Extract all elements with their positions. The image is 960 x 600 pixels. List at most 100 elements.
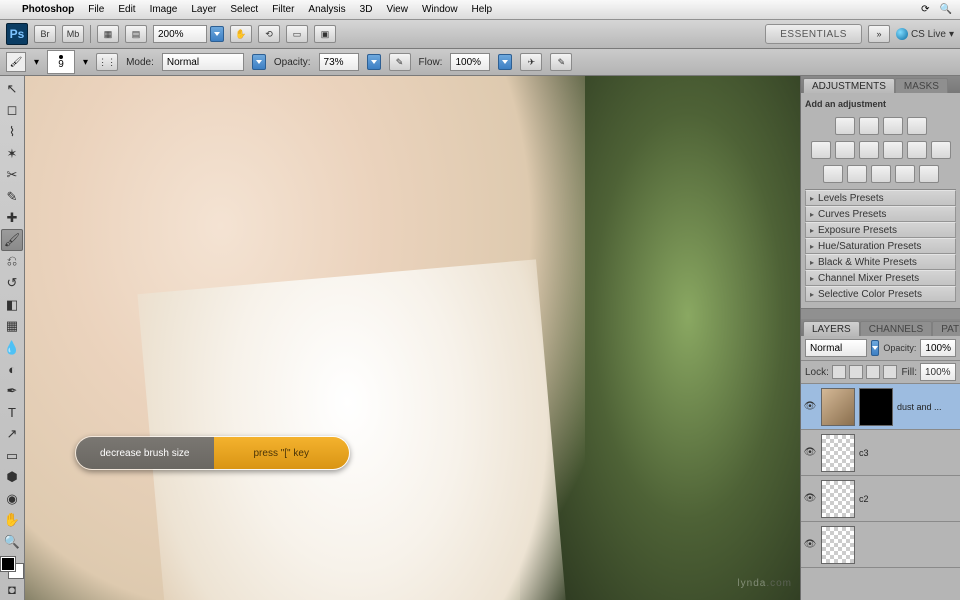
layer-name[interactable]: dust and ...: [897, 402, 958, 412]
brush-tool-icon[interactable]: 🖌: [1, 229, 23, 251]
preset-curves[interactable]: Curves Presets: [805, 206, 956, 222]
mode-dropdown-icon[interactable]: [252, 54, 266, 70]
blend-dropdown-icon[interactable]: [871, 340, 879, 356]
view-guides-icon[interactable]: ▤: [125, 25, 147, 43]
levels-icon[interactable]: [859, 117, 879, 135]
preset-levels[interactable]: Levels Presets: [805, 190, 956, 206]
arrange-docs-icon[interactable]: ▭: [286, 25, 308, 43]
preset-bw[interactable]: Black & White Presets: [805, 254, 956, 270]
menu-filter[interactable]: Filter: [272, 4, 294, 15]
stamp-tool-icon[interactable]: ⎌: [1, 251, 23, 273]
layer-row[interactable]: 👁 c2: [801, 476, 960, 522]
cs-live-button[interactable]: CS Live ▾: [896, 28, 954, 40]
layer-row[interactable]: 👁: [801, 522, 960, 568]
tab-layers[interactable]: LAYERS: [803, 321, 860, 336]
lock-position-icon[interactable]: [866, 365, 880, 379]
layer-name[interactable]: c2: [859, 494, 958, 504]
posterize-icon[interactable]: [847, 165, 867, 183]
lock-all-icon[interactable]: [883, 365, 897, 379]
layer-mask-thumb[interactable]: [859, 388, 893, 426]
lock-transparency-icon[interactable]: [832, 365, 846, 379]
layer-opacity-field[interactable]: 100%: [920, 339, 956, 357]
quickmask-icon[interactable]: ◘: [1, 578, 23, 600]
blur-tool-icon[interactable]: 💧: [1, 337, 23, 359]
menu-analysis[interactable]: Analysis: [308, 4, 345, 15]
visibility-icon[interactable]: 👁: [803, 446, 817, 460]
tab-masks[interactable]: MASKS: [895, 78, 948, 93]
layer-blend-select[interactable]: Normal: [805, 339, 867, 357]
workspace-more-icon[interactable]: »: [868, 25, 890, 43]
move-tool-icon[interactable]: ↖: [1, 78, 23, 100]
quick-select-tool-icon[interactable]: ✶: [1, 143, 23, 165]
app-name[interactable]: Photoshop: [22, 4, 74, 15]
healing-tool-icon[interactable]: ✚: [1, 207, 23, 229]
bridge-icon[interactable]: Br: [34, 25, 56, 43]
type-tool-icon[interactable]: T: [1, 402, 23, 424]
minibridge-icon[interactable]: Mb: [62, 25, 84, 43]
path-select-tool-icon[interactable]: ↗: [1, 423, 23, 445]
threshold-icon[interactable]: [871, 165, 891, 183]
view-extras-icon[interactable]: ▦: [97, 25, 119, 43]
brush-preset-picker[interactable]: 9: [47, 50, 75, 74]
layer-thumb[interactable]: [821, 526, 855, 564]
preset-selective[interactable]: Selective Color Presets: [805, 286, 956, 302]
curves-icon[interactable]: [883, 117, 903, 135]
visibility-icon[interactable]: 👁: [803, 538, 817, 552]
lock-pixels-icon[interactable]: [849, 365, 863, 379]
layer-thumb[interactable]: [821, 388, 855, 426]
airbrush-icon[interactable]: ✈: [520, 53, 542, 71]
sync-icon[interactable]: ⟳: [921, 4, 929, 15]
document-canvas[interactable]: decrease brush size press "[" key lynda.…: [25, 76, 800, 600]
layer-name[interactable]: c3: [859, 448, 958, 458]
layer-row[interactable]: 👁 c3: [801, 430, 960, 476]
zoom-dropdown-icon[interactable]: [210, 26, 224, 42]
menu-view[interactable]: View: [386, 4, 408, 15]
tab-channels[interactable]: CHANNELS: [860, 321, 932, 336]
layer-thumb[interactable]: [821, 434, 855, 472]
flow-field[interactable]: 100%: [450, 53, 490, 71]
foreground-color-swatch[interactable]: [1, 557, 15, 571]
history-brush-tool-icon[interactable]: ↺: [1, 272, 23, 294]
menu-help[interactable]: Help: [472, 4, 493, 15]
dodge-tool-icon[interactable]: ◐: [1, 359, 23, 381]
invert-icon[interactable]: [823, 165, 843, 183]
photoshop-logo[interactable]: Ps: [6, 23, 28, 45]
opacity-dropdown-icon[interactable]: [367, 54, 381, 70]
tab-paths[interactable]: PATHS: [932, 321, 960, 336]
channel-mixer-icon[interactable]: [931, 141, 951, 159]
zoom-control[interactable]: 200%: [153, 25, 224, 43]
shape-tool-icon[interactable]: ▭: [1, 445, 23, 467]
tab-adjustments[interactable]: ADJUSTMENTS: [803, 78, 895, 93]
bw-icon[interactable]: [883, 141, 903, 159]
hand-tool-icon[interactable]: ✋: [230, 25, 252, 43]
eraser-tool-icon[interactable]: ◧: [1, 294, 23, 316]
menu-image[interactable]: Image: [150, 4, 178, 15]
preset-hue[interactable]: Hue/Saturation Presets: [805, 238, 956, 254]
3d-camera-tool-icon[interactable]: ◉: [1, 488, 23, 510]
pen-tool-icon[interactable]: ✒: [1, 380, 23, 402]
blend-mode-select[interactable]: Normal: [162, 53, 244, 71]
hand-tool-icon[interactable]: ✋: [1, 510, 23, 532]
rotate-view-icon[interactable]: ⟲: [258, 25, 280, 43]
preset-exposure[interactable]: Exposure Presets: [805, 222, 956, 238]
3d-tool-icon[interactable]: ⬢: [1, 466, 23, 488]
spotlight-icon[interactable]: 🔍: [940, 4, 952, 15]
gradient-map-icon[interactable]: [895, 165, 915, 183]
workspace-button[interactable]: ESSENTIALS: [765, 24, 862, 44]
zoom-value[interactable]: 200%: [158, 29, 184, 40]
crop-tool-icon[interactable]: ✂: [1, 164, 23, 186]
color-balance-icon[interactable]: [859, 141, 879, 159]
color-swatch[interactable]: [1, 557, 23, 579]
marquee-tool-icon[interactable]: ◻: [1, 100, 23, 122]
tablet-size-icon[interactable]: ✎: [550, 53, 572, 71]
zoom-tool-icon[interactable]: 🔍: [1, 531, 23, 553]
layer-fill-field[interactable]: 100%: [920, 363, 956, 381]
menu-file[interactable]: File: [88, 4, 104, 15]
eyedropper-tool-icon[interactable]: ✎: [1, 186, 23, 208]
menu-select[interactable]: Select: [230, 4, 258, 15]
menu-3d[interactable]: 3D: [360, 4, 373, 15]
photo-filter-icon[interactable]: [907, 141, 927, 159]
menu-layer[interactable]: Layer: [191, 4, 216, 15]
current-tool-icon[interactable]: 🖌: [6, 52, 26, 72]
screen-mode-icon[interactable]: ▣: [314, 25, 336, 43]
